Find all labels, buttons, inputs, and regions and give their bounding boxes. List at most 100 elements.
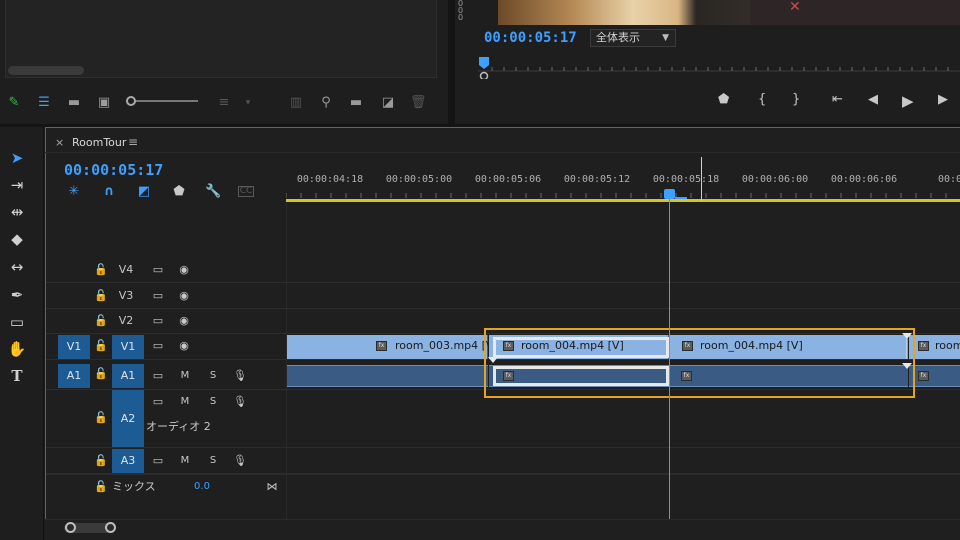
razor-tool-icon[interactable]: ◆ [6, 228, 28, 250]
lock-icon[interactable]: 🔓 [94, 258, 108, 282]
icon-view-icon[interactable]: ▬ [66, 95, 82, 111]
program-timecode[interactable]: 00:00:05:17 [484, 30, 577, 46]
track-target-a1[interactable]: A1 [112, 364, 144, 388]
mute-button[interactable]: M [178, 364, 192, 388]
mark-out-icon[interactable]: } [792, 92, 800, 107]
fit-zoom-select[interactable]: 全体表示 ▼ [590, 29, 676, 47]
track-label-v2[interactable]: V2 [116, 309, 136, 333]
go-to-in-icon[interactable]: ⇤ [832, 92, 843, 107]
lock-icon[interactable]: 🔓 [94, 362, 108, 386]
captions-icon[interactable]: CC [238, 186, 254, 197]
video-clip[interactable]: fx room [909, 335, 960, 359]
new-item-icon[interactable]: ◪ [380, 95, 396, 111]
source-patch-a1[interactable]: A1 [58, 364, 90, 388]
microphone-icon[interactable]: 🎙 [232, 364, 248, 388]
step-forward-icon[interactable]: ▶ [938, 92, 948, 107]
eye-icon[interactable]: ◉ [176, 258, 192, 282]
sync-lock-icon[interactable]: ▭ [150, 334, 166, 358]
sort-icon[interactable]: ≡ [216, 95, 232, 111]
lock-icon[interactable]: 🔓 [94, 406, 108, 430]
lock-icon[interactable]: 🔓 [94, 309, 108, 333]
zoom-slider-knob[interactable] [126, 96, 136, 106]
audio-clip[interactable]: fx [909, 365, 960, 387]
mix-volume-value[interactable]: 0.0 [192, 475, 212, 499]
rectangle-tool-icon[interactable]: ▭ [6, 311, 28, 333]
mute-button[interactable]: M [178, 449, 192, 473]
play-icon[interactable]: ▶ [902, 92, 914, 110]
audio-clip[interactable] [287, 365, 488, 387]
sync-lock-icon[interactable]: ▭ [150, 258, 166, 282]
trash-icon[interactable]: 🗑 [410, 95, 427, 111]
sequence-timecode[interactable]: 00:00:05:17 [64, 161, 163, 179]
chevron-down-icon: ▼ [662, 33, 669, 43]
project-horizontal-scrollbar[interactable] [8, 66, 84, 75]
track-label-v4[interactable]: V4 [116, 258, 136, 282]
fx-badge-icon: fx [918, 371, 929, 381]
track-select-tool-icon[interactable]: ⇥ [6, 174, 28, 196]
track-name-a2[interactable]: オーディオ 2 [146, 415, 216, 439]
ripple-edit-tool-icon[interactable]: ⇹ [6, 201, 28, 223]
pencil-icon[interactable]: ✎ [6, 95, 22, 111]
zoom-slider[interactable] [126, 100, 198, 102]
sync-lock-icon[interactable]: ▭ [150, 364, 166, 388]
lock-icon[interactable]: 🔓 [94, 449, 108, 473]
scrollbar-right-handle[interactable] [105, 522, 116, 533]
solo-button[interactable]: S [206, 390, 220, 414]
fx-badge-icon: fx [918, 341, 929, 351]
timeline-horizontal-scrollbar[interactable] [45, 519, 960, 540]
program-monitor-ruler[interactable] [478, 57, 960, 79]
mute-button[interactable]: M [178, 390, 192, 414]
automate-to-sequence-icon[interactable]: ▥ [288, 95, 304, 111]
eye-icon[interactable]: ◉ [176, 284, 192, 308]
pan-icon[interactable]: ⋈ [264, 475, 280, 499]
selected-audio-clip-outline [493, 366, 669, 386]
slip-tool-icon[interactable]: ↔ [6, 256, 28, 278]
sync-lock-icon[interactable]: ▭ [150, 309, 166, 333]
lock-icon[interactable]: 🔓 [94, 334, 108, 358]
nest-icon[interactable]: ✳ [66, 184, 82, 200]
solo-button[interactable]: S [206, 449, 220, 473]
microphone-icon[interactable]: 🎙 [232, 390, 248, 414]
new-bin-icon[interactable]: ▬ [348, 95, 364, 111]
add-marker-icon[interactable]: ⬟ [171, 184, 187, 200]
freeform-view-icon[interactable]: ▣ [96, 95, 112, 111]
close-icon[interactable]: × [55, 136, 64, 149]
panel-divider-vertical[interactable] [448, 0, 455, 124]
type-tool-icon[interactable]: T [6, 365, 28, 387]
source-patch-v1[interactable]: V1 [58, 335, 90, 359]
eye-icon[interactable]: ◉ [176, 334, 192, 358]
playhead-handle[interactable] [664, 189, 675, 199]
solo-button[interactable]: S [206, 364, 220, 388]
playhead-line[interactable] [669, 193, 670, 522]
sequence-tab[interactable]: RoomTour [72, 136, 126, 149]
linked-selection-icon[interactable]: ◩ [136, 184, 152, 200]
hand-tool-icon[interactable]: ✋ [6, 338, 28, 360]
track-target-a3[interactable]: A3 [112, 449, 144, 473]
eye-icon[interactable]: ◉ [176, 309, 192, 333]
chevron-down-icon[interactable]: ▾ [240, 95, 256, 111]
lock-icon[interactable]: 🔓 [94, 475, 108, 499]
search-icon[interactable]: ⚲ [318, 95, 334, 111]
mark-in-icon[interactable]: { [758, 92, 766, 107]
list-view-icon[interactable]: ☰ [36, 95, 52, 111]
panel-menu-icon[interactable]: ≡ [128, 135, 138, 149]
scrollbar-left-handle[interactable] [65, 522, 76, 533]
step-back-icon[interactable]: ◀ [868, 92, 878, 107]
sync-lock-icon[interactable]: ▭ [150, 449, 166, 473]
track-target-a2[interactable]: A2 [112, 390, 144, 447]
time-ruler[interactable]: 00:00:04:18 00:00:05:00 00:00:05:06 00:0… [286, 153, 960, 201]
track-label-v3[interactable]: V3 [116, 284, 136, 308]
snap-icon[interactable]: ∩ [101, 184, 117, 200]
microphone-icon[interactable]: 🎙 [232, 449, 248, 473]
track-target-v1[interactable]: V1 [112, 335, 144, 359]
sync-lock-icon[interactable]: ▭ [150, 390, 166, 414]
track-row-a3: 🔓 A3 ▭ M S 🎙 [46, 449, 960, 474]
hover-cursor-line [701, 157, 702, 201]
pen-tool-icon[interactable]: ✒ [6, 284, 28, 306]
add-marker-icon[interactable]: ⬟ [718, 92, 729, 107]
video-clip[interactable]: fx room_003.mp4 [V] [287, 335, 498, 359]
selection-tool-icon[interactable]: ➤ [6, 147, 28, 169]
wrench-icon[interactable]: 🔧 [205, 184, 221, 200]
sync-lock-icon[interactable]: ▭ [150, 284, 166, 308]
lock-icon[interactable]: 🔓 [94, 284, 108, 308]
